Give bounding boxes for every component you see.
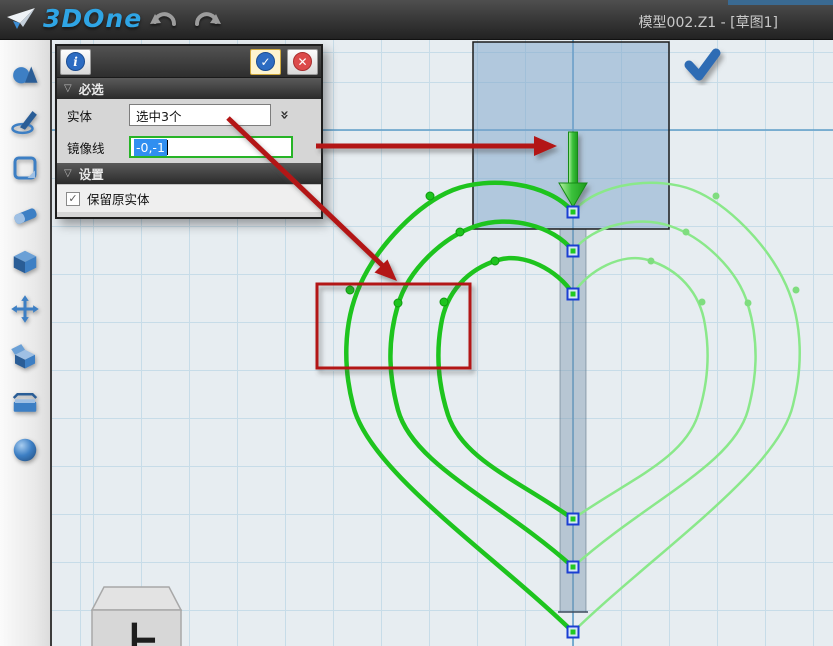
sidebar-item-features[interactable]: [5, 242, 45, 282]
endpoint-handle[interactable]: [568, 514, 579, 525]
control-point[interactable]: [456, 228, 464, 236]
selected-sketch-curves[interactable]: [346, 183, 573, 632]
dialog-header: i ✓ ✕: [57, 46, 321, 78]
endpoint-handle[interactable]: [568, 562, 579, 573]
mirror-line-value: -0,-1: [134, 139, 167, 156]
mirror-preview-curves: [573, 183, 800, 632]
window-title: 模型002.Z1 - [草图1]: [639, 12, 778, 32]
collapse-triangle-icon: ▽: [64, 83, 72, 94]
undo-button[interactable]: [145, 6, 181, 34]
sketch-curve-middle[interactable]: [390, 222, 573, 567]
main-toolbar: [0, 40, 52, 646]
mirror-line-row: 镜像线 -0,-1: [57, 131, 321, 163]
canvas-confirm-check-icon[interactable]: [689, 53, 716, 76]
mirror-point: [713, 193, 720, 200]
endpoint-handle[interactable]: [568, 627, 579, 638]
eraser-icon: [10, 200, 40, 230]
confirm-check-icon: ✓: [256, 52, 275, 71]
cancel-button[interactable]: ✕: [287, 49, 318, 75]
mirror-tool-dialog: i ✓ ✕ ▽ 必选 实体 选中3个 » 镜像线 -0,-1: [55, 44, 323, 219]
control-point[interactable]: [440, 298, 448, 306]
application-window: 上 3DOne: [0, 0, 833, 646]
endpoint-handle[interactable]: [568, 289, 579, 300]
section-label-settings: 设置: [79, 164, 104, 183]
redo-icon: [193, 7, 223, 33]
app-logo: 3DOne: [6, 4, 142, 33]
entity-input[interactable]: 选中3个: [129, 104, 271, 126]
text-caret: [167, 140, 169, 155]
redo-button[interactable]: [190, 6, 226, 34]
cancel-x-icon: ✕: [293, 52, 312, 71]
view-cube[interactable]: 上: [92, 587, 181, 646]
entity-row: 实体 选中3个 »: [57, 99, 321, 131]
titlebar-accent-strip: [728, 0, 833, 5]
mirror-point: [648, 258, 655, 265]
solid-cube-icon: [10, 247, 40, 277]
mirror-point: [793, 287, 800, 294]
combine-icon: [10, 341, 40, 371]
undo-icon: [148, 7, 178, 33]
section-header-settings[interactable]: ▽ 设置: [57, 163, 321, 184]
entity-value: 选中3个: [136, 106, 181, 125]
sidebar-item-primitives[interactable]: [5, 54, 45, 94]
sketch-plane-icon: [10, 153, 40, 183]
sidebar-item-sketch-edit[interactable]: [5, 148, 45, 188]
sidebar-item-erase[interactable]: [5, 195, 45, 235]
sketch-pencil-icon: [10, 106, 40, 136]
material-sphere-icon: [10, 435, 40, 465]
section-label-required: 必选: [79, 79, 104, 98]
keep-original-row: ✓ 保留原实体: [57, 184, 321, 212]
control-point[interactable]: [426, 192, 434, 200]
confirm-button[interactable]: ✓: [250, 49, 281, 75]
mirror-point: [745, 300, 752, 307]
mirror-point: [699, 299, 706, 306]
mirror-line-highlight-band: [560, 229, 586, 612]
primitives-icon: [10, 59, 40, 89]
app-logo-text: 3DOne: [43, 4, 142, 33]
control-point[interactable]: [394, 299, 402, 307]
move-icon: [10, 294, 40, 324]
sidebar-item-material[interactable]: [5, 430, 45, 470]
mirror-line-input[interactable]: -0,-1: [129, 136, 293, 158]
collapse-triangle-icon: ▽: [64, 168, 72, 179]
keep-original-label: 保留原实体: [87, 189, 150, 208]
titlebar: 3DOne 模型002.Z1 - [草图1]: [0, 0, 833, 40]
sidebar-item-move[interactable]: [5, 289, 45, 329]
section-tray-icon: [10, 388, 40, 418]
mirror-line-label: 镜像线: [67, 138, 129, 157]
endpoint-handle[interactable]: [568, 246, 579, 257]
sidebar-item-sketch[interactable]: [5, 101, 45, 141]
mirror-curve-middle: [573, 222, 756, 567]
mirror-point: [683, 229, 690, 236]
control-point[interactable]: [346, 286, 354, 294]
endpoint-handle[interactable]: [568, 207, 579, 218]
dialog-footer: [57, 212, 321, 217]
keep-original-checkbox[interactable]: ✓: [66, 192, 80, 206]
info-button[interactable]: i: [60, 49, 91, 75]
mirror-curve-outer: [573, 183, 800, 632]
sketch-curve-outer[interactable]: [346, 183, 573, 632]
sidebar-item-combine[interactable]: [5, 336, 45, 376]
section-header-required[interactable]: ▽ 必选: [57, 78, 321, 99]
view-cube-face-label: 上: [112, 619, 160, 646]
control-point[interactable]: [491, 257, 499, 265]
chevron-double-down-icon[interactable]: »: [276, 101, 294, 129]
info-icon: i: [66, 52, 85, 71]
paper-plane-icon: [6, 6, 38, 32]
entity-label: 实体: [67, 106, 129, 125]
sidebar-item-section[interactable]: [5, 383, 45, 423]
